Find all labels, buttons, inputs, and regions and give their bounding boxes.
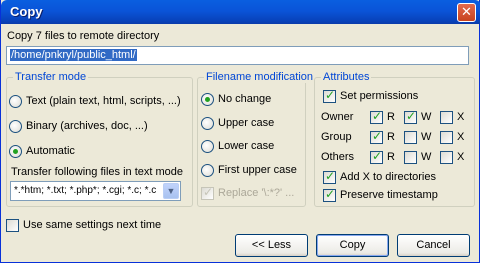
owner-w-checkbox[interactable] [404, 109, 417, 124]
others-r-label: R [387, 151, 395, 163]
text-mode-radio[interactable] [9, 95, 22, 108]
transfer-mode-title: Transfer mode [13, 71, 89, 83]
text-mode-mask-label: Transfer following files in text mode [11, 166, 183, 178]
preserve-timestamp-label[interactable]: Preserve timestamp [340, 189, 438, 201]
copy-button[interactable]: Copy [316, 234, 389, 257]
automatic-mode-label[interactable]: Automatic [26, 145, 75, 157]
text-mode-mask-value: *.*htm; *.txt; *.php*; *.cgi; *.c; *.c [14, 185, 157, 196]
owner-x-label: X [457, 111, 465, 123]
group-r-checkbox[interactable] [370, 129, 383, 144]
others-w-label: W [421, 151, 432, 163]
owner-w-label: W [421, 111, 432, 123]
no-change-radio[interactable] [201, 93, 214, 106]
others-x-label: X [457, 151, 465, 163]
binary-mode-radio[interactable] [9, 120, 22, 133]
owner-r-label: R [387, 111, 395, 123]
add-x-to-directories-label[interactable]: Add X to directories [340, 171, 436, 183]
same-settings-checkbox[interactable] [6, 219, 19, 232]
group-w-label: W [421, 131, 432, 143]
dialog-title: Copy [10, 4, 43, 19]
set-permissions-label[interactable]: Set permissions [340, 90, 418, 102]
owner-label: Owner [321, 111, 354, 123]
chevron-down-icon[interactable]: ▼ [163, 183, 179, 199]
group-r-label: R [387, 131, 395, 143]
close-button[interactable]: ✕ [457, 3, 476, 22]
set-permissions-checkbox[interactable] [323, 88, 336, 103]
copy-dialog: Copy ✕ Copy 7 files to remote directory … [0, 0, 480, 263]
others-r-checkbox[interactable] [370, 149, 383, 164]
remote-directory-value: /home/pnkryl/public_html/ [10, 49, 137, 61]
title-bar[interactable]: Copy ✕ [1, 0, 480, 24]
less-button[interactable]: << Less [235, 234, 308, 257]
automatic-mode-radio[interactable] [9, 145, 22, 158]
add-x-to-directories-checkbox[interactable] [323, 169, 336, 184]
preserve-timestamp-checkbox[interactable] [323, 187, 336, 202]
group-label: Group [321, 131, 352, 143]
replace-checkbox [201, 185, 214, 200]
text-mode-label[interactable]: Text (plain text, html, scripts, ...) [26, 95, 181, 107]
attributes-title: Attributes [321, 71, 372, 83]
binary-mode-label[interactable]: Binary (archives, doc, ...) [26, 120, 148, 132]
owner-x-checkbox[interactable] [440, 111, 453, 124]
others-x-checkbox[interactable] [440, 151, 453, 164]
lower-case-label[interactable]: Lower case [218, 140, 274, 152]
owner-r-checkbox[interactable] [370, 109, 383, 124]
first-upper-case-label[interactable]: First upper case [218, 164, 297, 176]
remote-directory-input[interactable]: /home/pnkryl/public_html/ [6, 46, 469, 65]
first-upper-case-radio[interactable] [201, 164, 214, 177]
group-x-label: X [457, 131, 465, 143]
filename-modification-title: Filename modification [204, 71, 315, 83]
same-settings-label[interactable]: Use same settings next time [23, 219, 161, 231]
others-label: Others [321, 151, 355, 163]
replace-label: Replace '\:*?' ... [218, 187, 295, 199]
no-change-label[interactable]: No change [218, 93, 271, 105]
group-w-checkbox[interactable] [404, 131, 417, 144]
group-x-checkbox[interactable] [440, 131, 453, 144]
others-w-checkbox[interactable] [404, 151, 417, 164]
upper-case-radio[interactable] [201, 117, 214, 130]
text-mode-mask-select[interactable]: *.*htm; *.txt; *.php*; *.cgi; *.c; *.c ▼ [10, 181, 181, 201]
upper-case-label[interactable]: Upper case [218, 117, 274, 129]
cancel-button[interactable]: Cancel [397, 234, 470, 257]
copy-prompt-label: Copy 7 files to remote directory [7, 30, 160, 42]
lower-case-radio[interactable] [201, 140, 214, 153]
